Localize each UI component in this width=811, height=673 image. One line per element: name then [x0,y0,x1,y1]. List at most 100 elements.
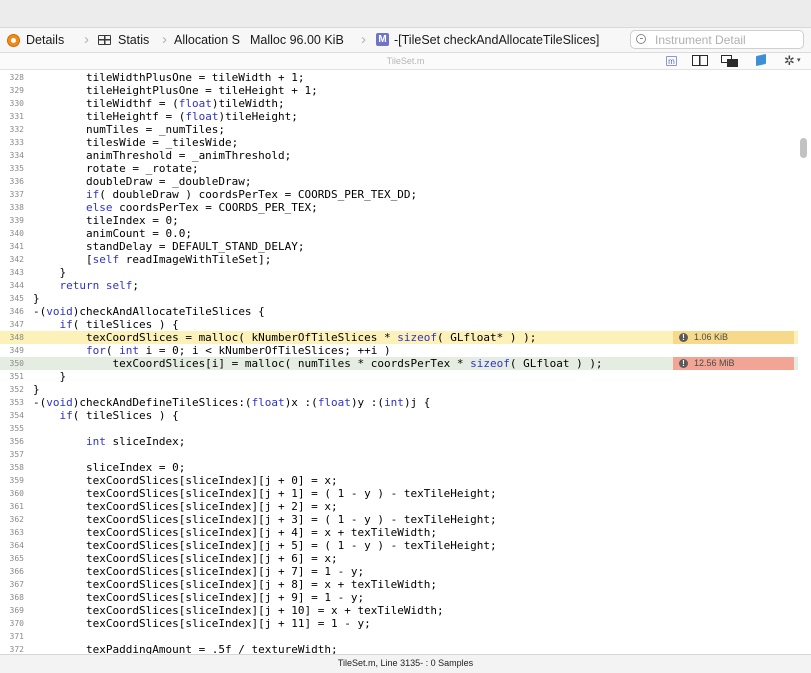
code-line[interactable]: 334 animThreshold = _animThreshold; [0,149,798,162]
warning-icon: ! [679,359,688,368]
line-number: 336 [9,177,24,186]
line-number: 347 [9,320,24,329]
code-line[interactable]: 333 tilesWide = _tilesWide; [0,136,798,149]
line-number: 343 [9,268,24,277]
code-line[interactable]: 342 [self readImageWithTileSet]; [0,253,798,266]
code-text: } [33,383,40,396]
code-line[interactable]: 363 texCoordSlices[sliceIndex][j + 4] = … [0,526,798,539]
code-line[interactable]: 332 numTiles = _numTiles; [0,123,798,136]
gear-icon[interactable]: ✲ [784,53,795,68]
code-line[interactable]: 344 return self; [0,279,798,292]
editor-toolbar: TileSet.m m ✲ ▾ [0,53,811,70]
code-line[interactable]: 368 texCoordSlices[sliceIndex][j + 9] = … [0,591,798,604]
code-line[interactable]: 331 tileHeightf = (float)tileHeight; [0,110,798,123]
code-line[interactable]: 328 tileWidthPlusOne = tileWidth + 1; [0,71,798,84]
instrument-detail-search[interactable] [630,30,804,49]
code-line[interactable]: 329 tileHeightPlusOne = tileHeight + 1; [0,84,798,97]
table-grid-icon [98,35,111,45]
code-line[interactable]: 357 [0,448,798,461]
code-line[interactable]: 345} [0,292,798,305]
code-text: texCoordSlices[sliceIndex][j + 0] = x; [33,474,338,487]
code-line[interactable]: 369 texCoordSlices[sliceIndex][j + 10] =… [0,604,798,617]
code-text: tileHeightPlusOne = tileHeight + 1; [33,84,318,97]
code-line[interactable]: 358 sliceIndex = 0; [0,461,798,474]
code-editor[interactable]: 328 tileWidthPlusOne = tileWidth + 1; 329… [0,70,811,654]
code-line[interactable]: 355 [0,422,798,435]
code-text: texCoordSlices[sliceIndex][j + 5] = ( 1 … [33,539,497,552]
chevron-down-icon[interactable]: ▾ [797,56,801,64]
code-line[interactable]: 336 doubleDraw = _doubleDraw; [0,175,798,188]
code-text: standDelay = DEFAULT_STAND_DELAY; [33,240,305,253]
allocation-annotation[interactable]: ! 12.56 MiB [673,357,794,370]
allocation-size: 12.56 MiB [694,358,735,368]
code-text: [self readImageWithTileSet]; [33,253,272,266]
code-text: tileHeightf = (float)tileHeight; [33,110,298,123]
line-number: 354 [9,411,24,420]
code-line[interactable]: 371 [0,630,798,643]
code-line[interactable]: 367 texCoordSlices[sliceIndex][j + 8] = … [0,578,798,591]
code-line[interactable]: 350 texCoordSlices[i] = malloc( numTiles… [0,357,798,370]
code-line[interactable]: 339 tileIndex = 0; [0,214,798,227]
line-number: 342 [9,255,24,264]
code-text: tileIndex = 0; [33,214,179,227]
jumpbar-statistics[interactable]: Statis [118,28,149,52]
chevron-right-icon: › [84,31,89,48]
jumpbar-malloc[interactable]: Malloc 96.00 KiB [250,28,344,52]
code-line[interactable]: 338 else coordsPerTex = COORDS_PER_TEX; [0,201,798,214]
line-number: 329 [9,86,24,95]
code-line[interactable]: 372 texPaddingAmount = .5f / textureWidt… [0,643,798,654]
line-number: 330 [9,99,24,108]
code-line[interactable]: 335 rotate = _rotate; [0,162,798,175]
line-number: 358 [9,463,24,472]
line-number: 363 [9,528,24,537]
code-text: texCoordSlices = malloc( kNumberOfTileSl… [33,331,537,344]
line-number: 368 [9,593,24,602]
code-text: texCoordSlices[sliceIndex][j + 3] = ( 1 … [33,513,497,526]
split-view-icon[interactable] [692,55,708,66]
code-line[interactable]: 364 texCoordSlices[sliceIndex][j + 5] = … [0,539,798,552]
code-text: } [33,266,67,279]
allocation-size: 1.06 KiB [694,332,729,342]
code-line[interactable]: 352} [0,383,798,396]
code-line[interactable]: 337 if( doubleDraw ) coordsPerTex = COOR… [0,188,798,201]
code-line[interactable]: 346 -(void)checkAndAllocateTileSlices { [0,305,798,318]
assembly-view-icon[interactable] [721,55,739,67]
code-line[interactable]: 347 if( tileSlices ) { [0,318,798,331]
allocation-annotation[interactable]: ! 1.06 KiB [673,331,794,344]
search-input[interactable] [655,31,800,48]
code-line[interactable]: 361 texCoordSlices[sliceIndex][j + 2] = … [0,500,798,513]
code-line[interactable]: 354 if( tileSlices ) { [0,409,798,422]
code-line[interactable]: 330 tileWidthf = (float)tileWidth; [0,97,798,110]
code-line[interactable]: 349 for( int i = 0; i < kNumberOfTileSli… [0,344,798,357]
code-text: if( tileSlices ) { [59,409,179,422]
code-line[interactable]: 351 } [0,370,798,383]
code-text: texCoordSlices[sliceIndex][j + 1] = ( 1 … [33,487,497,500]
line-number: 337 [9,190,24,199]
code-text: if( tileSlices ) { [59,318,179,331]
scrollbar-thumb[interactable] [800,138,807,158]
xcode-open-icon[interactable] [756,53,766,67]
code-text: int sliceIndex; [85,435,186,448]
code-line[interactable]: 360 texCoordSlices[sliceIndex][j + 1] = … [0,487,798,500]
jumpbar-allocation[interactable]: Allocation S [174,28,240,52]
code-line[interactable]: 356 int sliceIndex; [0,435,798,448]
jumpbar-details[interactable]: Details [26,28,64,52]
code-line[interactable]: 343 } [0,266,798,279]
code-line[interactable]: 370 texCoordSlices[sliceIndex][j + 11] =… [0,617,798,630]
line-number: 334 [9,151,24,160]
code-line[interactable]: 365 texCoordSlices[sliceIndex][j + 6] = … [0,552,798,565]
line-number: 362 [9,515,24,524]
details-icon [7,34,20,47]
code-line[interactable]: 348 texCoordSlices = malloc( kNumberOfTi… [0,331,798,344]
code-line[interactable]: 362 texCoordSlices[sliceIndex][j + 3] = … [0,513,798,526]
code-line[interactable]: 341 standDelay = DEFAULT_STAND_DELAY; [0,240,798,253]
code-line[interactable]: 366 texCoordSlices[sliceIndex][j + 7] = … [0,565,798,578]
line-number: 355 [9,424,24,433]
m-file-icon[interactable]: m [666,56,677,66]
code-line[interactable]: 353 -(void)checkAndDefineTileSlices:(floa… [0,396,798,409]
code-line[interactable]: 359 texCoordSlices[sliceIndex][j + 0] = … [0,474,798,487]
code-line[interactable]: 340 animCount = 0.0; [0,227,798,240]
line-number: 351 [9,372,24,381]
line-number: 344 [9,281,24,290]
jumpbar-method[interactable]: -[TileSet checkAndAllocateTileSlices] [394,28,599,52]
